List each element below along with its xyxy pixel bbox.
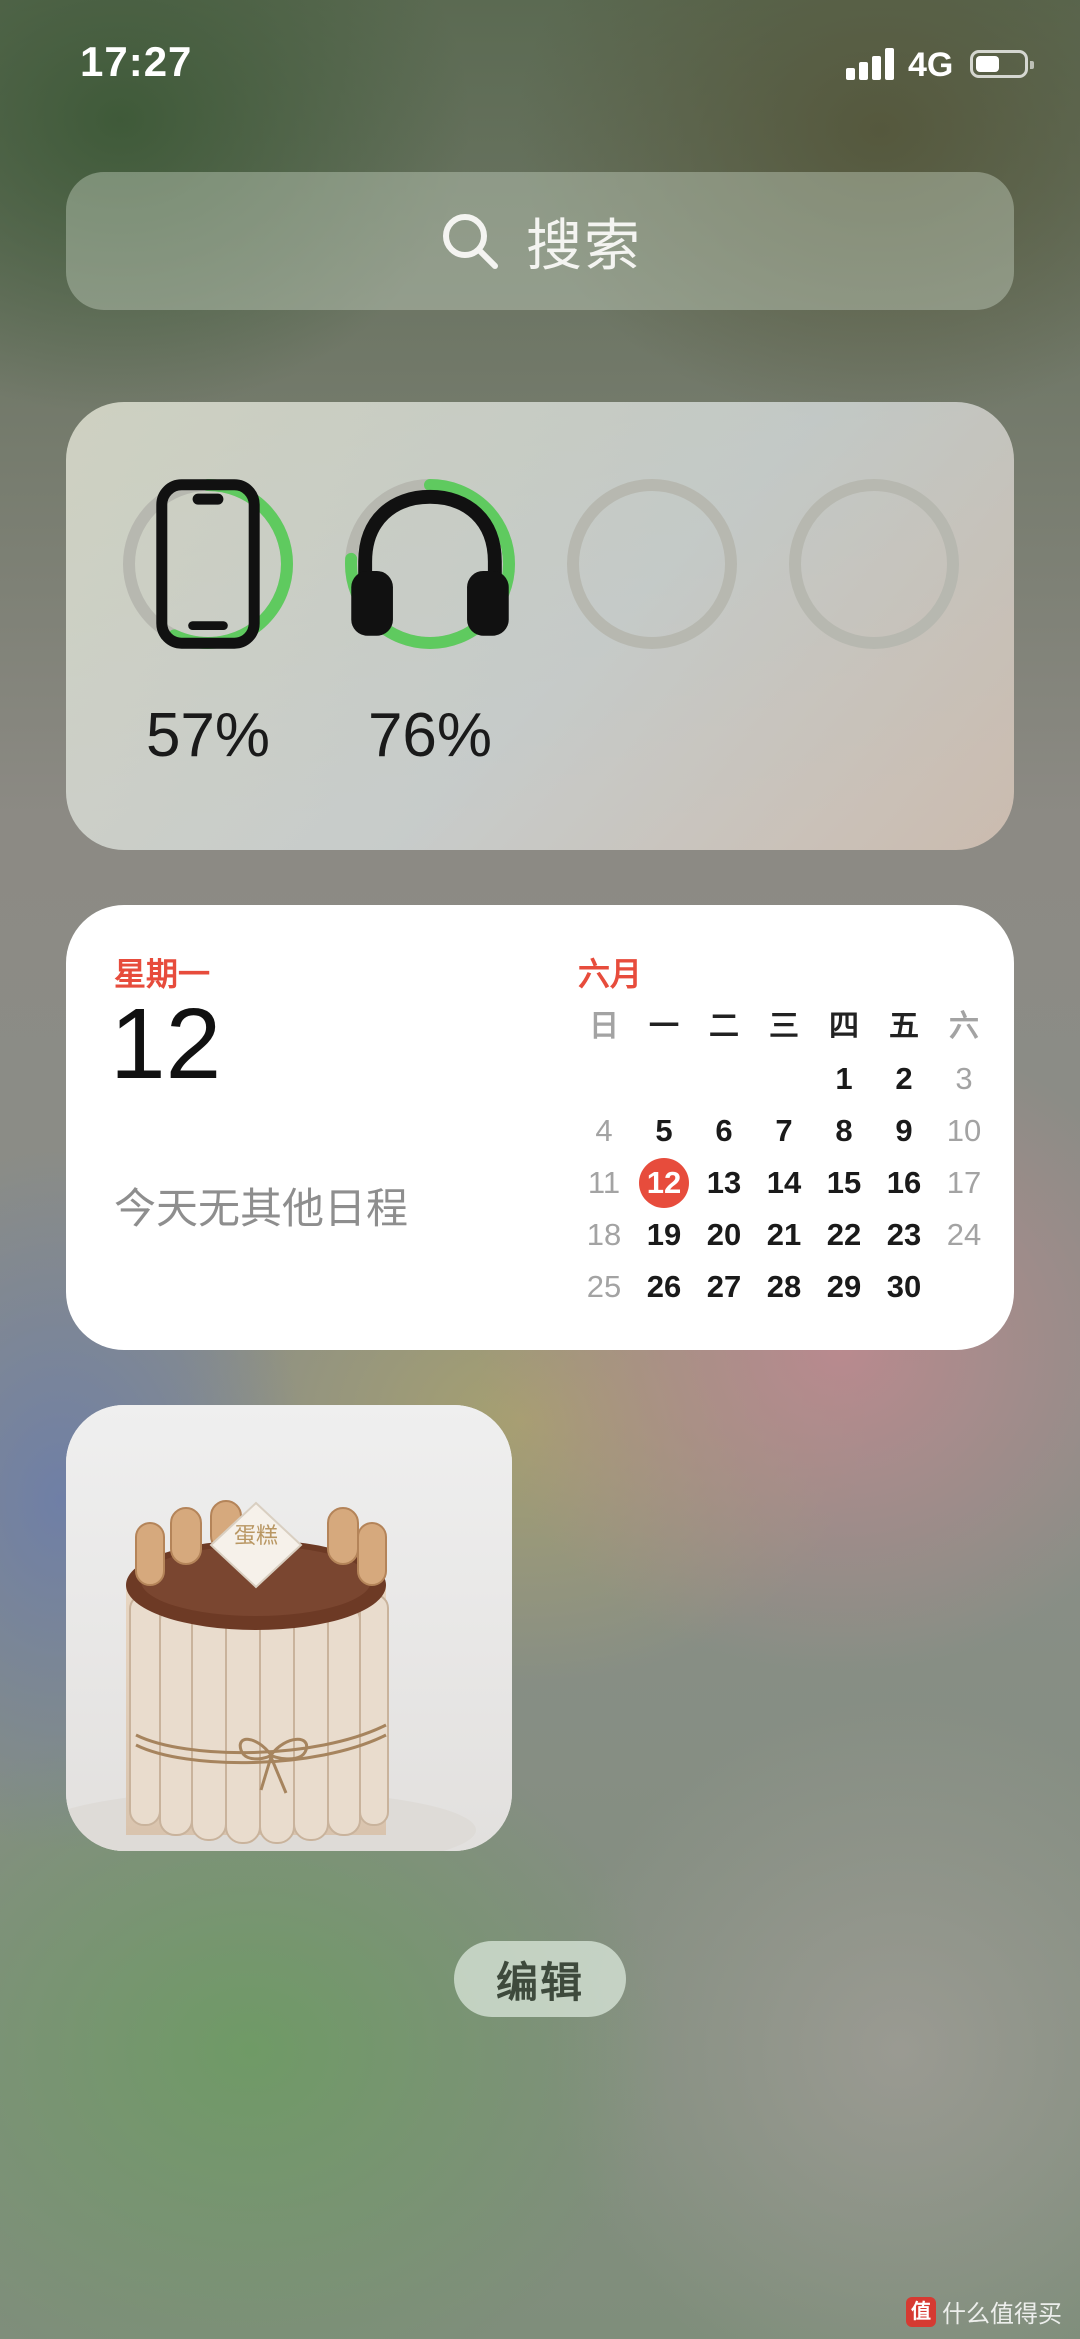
calendar-weekday-header: 四 <box>829 1010 859 1043</box>
calendar-date: 1 <box>835 1061 853 1096</box>
calendar-date: 29 <box>826 1269 862 1304</box>
iphone-icon <box>156 479 260 649</box>
battery-nub <box>1030 61 1034 69</box>
calendar-date: 9 <box>895 1113 913 1148</box>
calendar-date: 13 <box>706 1165 742 1200</box>
calendar-weekday-header: 五 <box>889 1010 919 1043</box>
calendar-date: 7 <box>775 1113 793 1148</box>
battery-percent-1: 57% <box>145 701 271 770</box>
calendar-widget[interactable]: 星期一 12 今天无其他日程 六月 日一二三四五六 1 2 3 4 5 6 7 8 9 10 11 12… <box>66 905 1014 1350</box>
cellular-signal-icon <box>846 48 896 80</box>
search-icon <box>443 214 498 269</box>
device-battery-ring-3 <box>564 476 740 652</box>
battery-percent-2: 76% <box>367 701 493 770</box>
calendar-date: 14 <box>766 1165 802 1200</box>
calendar-date: 15 <box>826 1165 862 1200</box>
calendar-date: 28 <box>766 1269 802 1304</box>
watermark: 值 什么值得买 <box>906 2294 1062 2329</box>
calendar-date: 6 <box>715 1113 733 1148</box>
calendar-date: 26 <box>646 1269 682 1304</box>
watermark-badge: 值 <box>906 2296 936 2327</box>
calendar-date: 27 <box>706 1269 742 1304</box>
calendar-no-events: 今天无其他日程 <box>114 1185 409 1232</box>
headphones-icon <box>351 489 509 636</box>
battery-level <box>976 56 999 72</box>
device-battery-ring-1 <box>120 476 296 652</box>
photo-widget[interactable]: 蛋糕 <box>66 1405 512 1851</box>
search-placeholder: 搜索 <box>526 213 642 277</box>
calendar-date: 8 <box>835 1113 853 1148</box>
batteries-widget[interactable]: 57% 76% <box>66 402 1014 850</box>
calendar-date: 10 <box>946 1113 982 1148</box>
edit-button[interactable]: 编辑 <box>454 1941 626 2017</box>
calendar-month: 六月 <box>578 956 643 992</box>
calendar-weekday-header: 二 <box>709 1010 739 1043</box>
device-battery-ring-2 <box>342 476 518 652</box>
calendar-date: 21 <box>766 1217 802 1252</box>
status-time: 17:27 <box>80 38 193 85</box>
calendar-today: 12 <box>634 1158 694 1208</box>
device-battery-ring-4 <box>786 476 962 652</box>
calendar-date: 19 <box>646 1217 682 1252</box>
calendar-weekday-header: 三 <box>769 1010 799 1043</box>
calendar-date: 4 <box>595 1113 613 1148</box>
calendar-date: 16 <box>886 1165 922 1200</box>
calendar-date: 17 <box>946 1165 982 1200</box>
calendar-date: 25 <box>586 1269 622 1304</box>
network-type: 4G <box>908 46 954 84</box>
calendar-date: 18 <box>586 1217 622 1252</box>
battery-ring-3 <box>567 479 737 649</box>
calendar-weekday-header: 六 <box>949 1010 979 1043</box>
calendar-date: 20 <box>706 1217 742 1252</box>
calendar-date: 2 <box>895 1061 913 1096</box>
calendar-date: 30 <box>886 1269 922 1304</box>
calendar-date: 24 <box>946 1217 982 1252</box>
calendar-date: 11 <box>587 1165 621 1200</box>
watermark-text: 什么值得买 <box>942 2301 1062 2328</box>
battery-ring-4 <box>789 479 959 649</box>
search-bar[interactable]: 搜索 <box>66 172 1014 310</box>
calendar-weekday-header: 日 <box>589 1010 619 1043</box>
cake-photo: 蛋糕 <box>66 1405 512 1851</box>
battery-icon <box>970 50 1034 78</box>
calendar-weekday-header: 一 <box>649 1010 679 1043</box>
status-bar: 17:27 4G <box>0 0 1080 130</box>
calendar-date: 22 <box>826 1217 862 1252</box>
calendar-day: 12 <box>110 988 222 1100</box>
calendar-date: 23 <box>886 1217 922 1252</box>
cake-topper-text: 蛋糕 <box>234 1524 278 1549</box>
calendar-date: 3 <box>955 1061 973 1096</box>
calendar-date: 5 <box>655 1113 673 1148</box>
